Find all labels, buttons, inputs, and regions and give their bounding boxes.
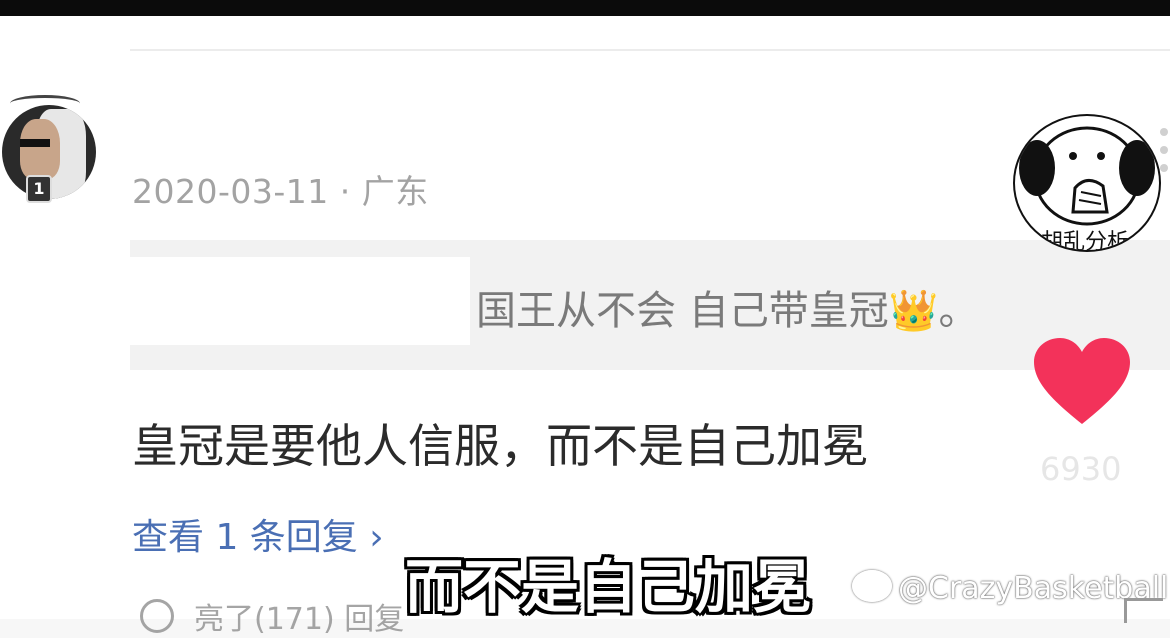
video-top-bar bbox=[0, 0, 1170, 16]
clock-icon bbox=[140, 599, 174, 633]
post-date-location: 2020-03-11 · 广东 bbox=[132, 172, 429, 211]
quoted-comment-text: 国王从不会 自己带皇冠👑。 bbox=[476, 288, 979, 334]
comment-actions[interactable]: 亮了(171) 回复 bbox=[140, 594, 404, 638]
like-button[interactable] bbox=[1032, 338, 1132, 428]
heart-icon bbox=[1034, 338, 1130, 424]
corner-icon bbox=[1124, 598, 1163, 623]
sticker-caption: 胡乱分析 bbox=[1041, 230, 1130, 252]
meme-sticker: 胡乱分析 bbox=[1013, 114, 1161, 252]
crown-emoji: 👑 bbox=[888, 288, 939, 334]
like-count: 6930 bbox=[1040, 450, 1122, 488]
thinking-meme-icon bbox=[1019, 126, 1155, 226]
view-replies-link[interactable]: 查看 1 条回复 › bbox=[132, 508, 384, 560]
avatar[interactable]: 1 bbox=[0, 95, 100, 205]
more-dots-icon[interactable] bbox=[1160, 128, 1170, 188]
divider bbox=[130, 49, 1170, 51]
video-subtitle: 而不是自己加冕 bbox=[405, 553, 812, 621]
weibo-logo-icon bbox=[852, 570, 892, 602]
avatar-badge: 1 bbox=[26, 175, 52, 203]
comment-text: 皇冠是要他人信服，而不是自己加冕 bbox=[132, 419, 868, 473]
watermark: @CrazyBasketball bbox=[852, 570, 1168, 606]
